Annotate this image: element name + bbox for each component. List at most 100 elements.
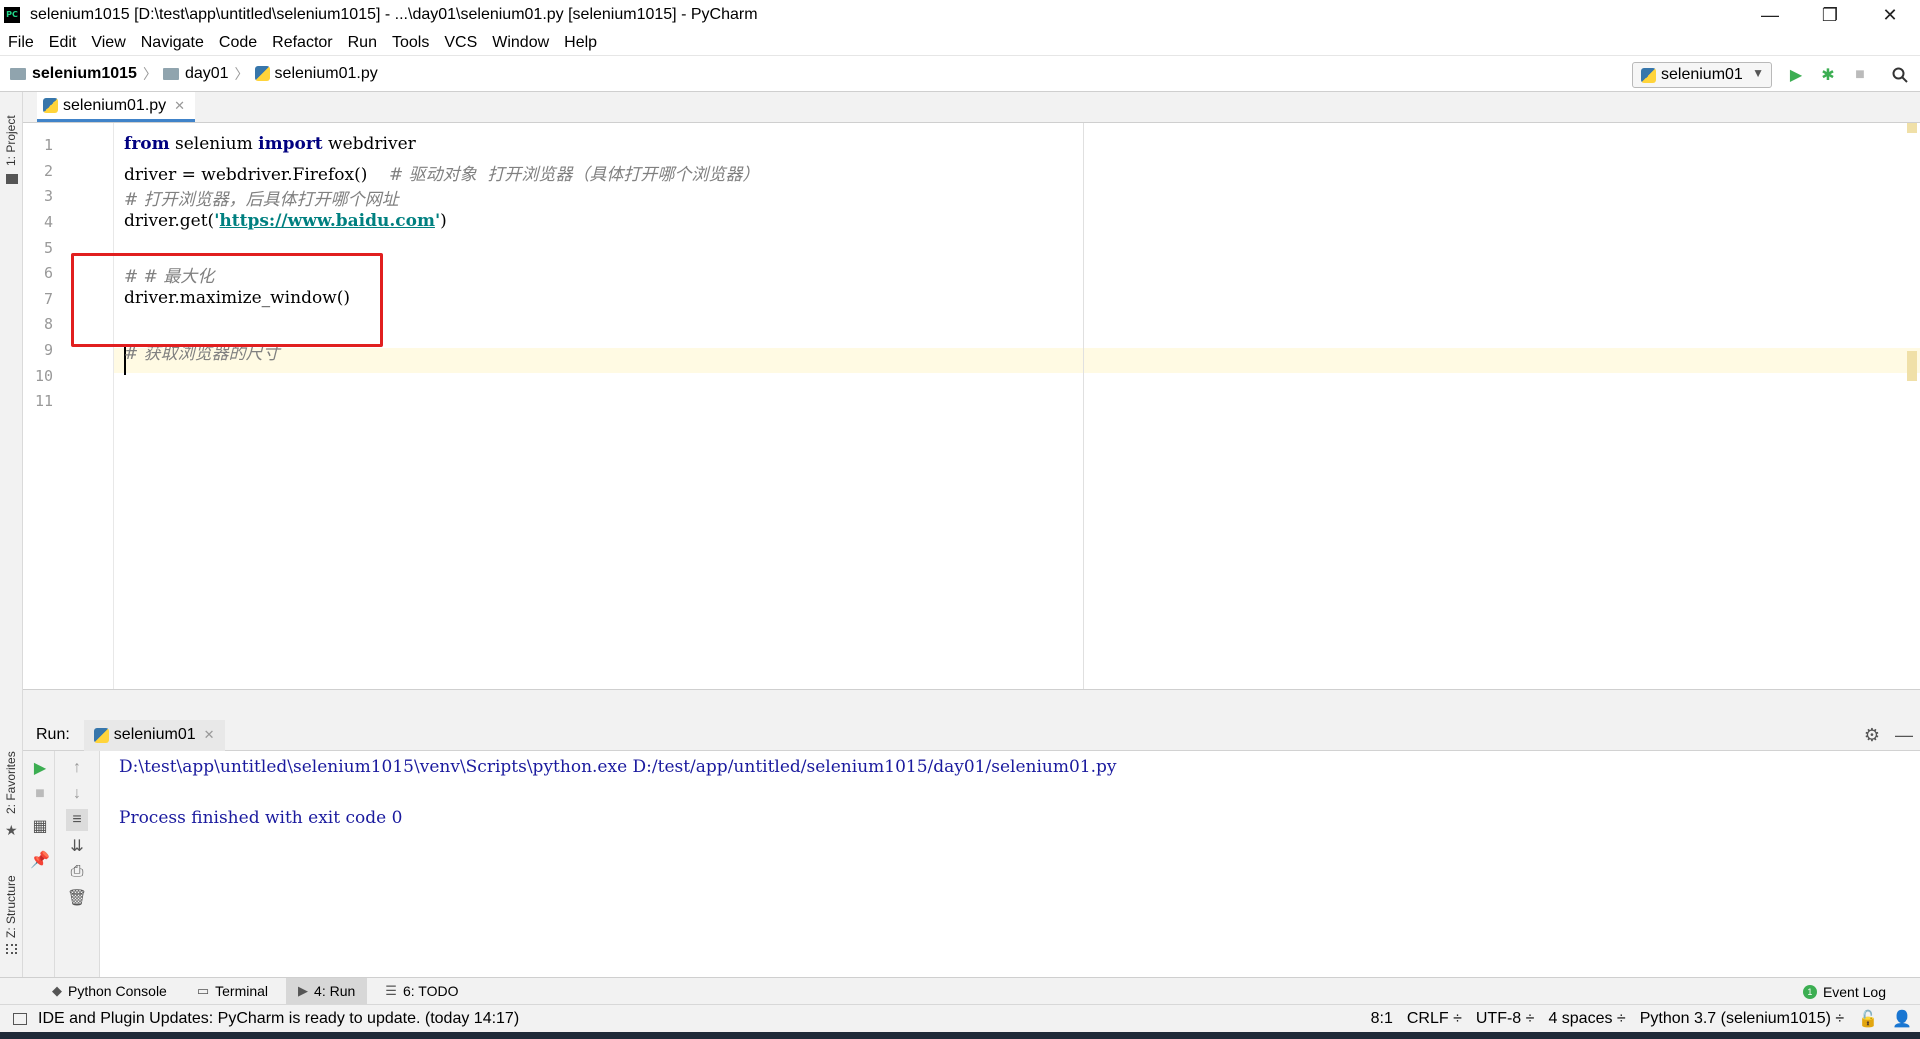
window-title: selenium1015 [D:\test\app\untitled\selen… — [30, 6, 758, 23]
menu-help[interactable]: Help — [564, 34, 597, 52]
restore-button[interactable]: ❐ — [1800, 0, 1860, 30]
annotation-highlight-box — [71, 253, 383, 347]
todo-tab[interactable]: ☰ 6: TODO — [373, 978, 470, 1005]
menu-edit[interactable]: Edit — [49, 34, 77, 52]
minimize-panel-icon[interactable]: — — [1888, 725, 1920, 746]
code-editor[interactable]: 1 2 3 4 5 6 7 8 9 10 11 from selenium im… — [23, 123, 1920, 689]
bug-icon[interactable]: ✱ — [1816, 62, 1840, 88]
arrow-up-icon[interactable]: ↑ — [66, 757, 88, 779]
stop-icon[interactable]: ■ — [29, 783, 51, 805]
folder-icon — [162, 67, 179, 80]
menu-vcs[interactable]: VCS — [444, 34, 477, 52]
python-console-tab[interactable]: ◆ Python Console — [40, 978, 179, 1005]
chevron-down-icon: ▼ — [1752, 66, 1764, 80]
menu-refactor[interactable]: Refactor — [272, 34, 332, 52]
left-tool-stripe: 1: Project 2: Favorites ★ Z: Structure — [0, 92, 23, 977]
run-toolbar-primary: ▶ ■ ▦ 📌 — [23, 751, 55, 977]
lock-icon[interactable]: 🔓 — [1858, 1009, 1878, 1029]
stop-icon[interactable]: ■ — [1848, 62, 1872, 88]
close-icon[interactable]: ✕ — [174, 98, 185, 114]
layout-icon[interactable]: ▦ — [29, 815, 51, 837]
python-file-icon — [1641, 67, 1656, 83]
breadcrumb-file[interactable]: selenium01.py — [275, 65, 378, 83]
menu-run[interactable]: Run — [348, 34, 377, 52]
code-token: selenium — [169, 134, 259, 154]
pin-icon[interactable]: 📌 — [29, 849, 51, 871]
soft-wrap-icon[interactable]: ≡ — [66, 809, 88, 831]
status-bar: IDE and Plugin Updates: PyCharm is ready… — [0, 1004, 1920, 1032]
project-tool-tab[interactable]: 1: Project — [4, 115, 18, 166]
caret-position[interactable]: 8:1 — [1371, 1010, 1393, 1028]
arrow-down-icon[interactable]: ↓ — [66, 783, 88, 805]
line-number-gutter: 1 2 3 4 5 6 7 8 9 10 11 — [23, 123, 114, 689]
menu-navigate[interactable]: Navigate — [141, 34, 204, 52]
breadcrumb: selenium1015 〉 day01 〉 selenium01.py — [10, 64, 378, 84]
breadcrumb-project[interactable]: selenium1015 — [32, 65, 137, 83]
line-number: 4 — [43, 213, 53, 231]
comment-token: # 获取浏览器的尺寸 — [124, 344, 280, 364]
code-token: driver.get( — [124, 211, 215, 231]
console-line: Process finished with exit code 0 — [119, 808, 403, 828]
menu-view[interactable]: View — [91, 34, 125, 52]
pycharm-logo-icon: PC — [4, 7, 20, 23]
run-tab-selenium01[interactable]: selenium01 ✕ — [83, 719, 225, 751]
menu-tools[interactable]: Tools — [392, 34, 429, 52]
favorites-tool-tab[interactable]: 2: Favorites — [4, 751, 18, 814]
event-log-label: Event Log — [1822, 983, 1886, 1000]
code-line-3: # 打开浏览器，后具体打开哪个网址 — [124, 185, 399, 210]
breadcrumb-folder[interactable]: day01 — [185, 65, 229, 83]
project-folder-icon — [6, 174, 18, 184]
structure-tool-tab[interactable]: Z: Structure — [4, 875, 18, 938]
inspection-marker[interactable] — [1907, 123, 1917, 133]
run-configuration-select[interactable]: selenium01 ▼ — [1632, 62, 1772, 88]
event-log-tab[interactable]: 1 Event Log — [1802, 978, 1886, 1005]
menu-code[interactable]: Code — [219, 34, 257, 52]
line-number: 9 — [43, 341, 53, 359]
os-taskbar-strip — [0, 1032, 1920, 1039]
search-icon[interactable] — [1888, 62, 1912, 88]
menu-bar: File Edit View Navigate Code Refactor Ru… — [0, 30, 1920, 55]
line-number: 5 — [43, 239, 53, 257]
close-icon[interactable]: ✕ — [204, 727, 215, 743]
run-tab-label: selenium01 — [113, 726, 196, 743]
minimize-button[interactable]: — — [1740, 0, 1800, 30]
bottom-tool-tabs: ◆ Python Console ▭ Terminal ▶ 4: Run ☰ 6… — [0, 977, 1920, 1005]
print-icon[interactable]: ⎙ — [66, 861, 88, 883]
editor-tab-bar: selenium01.py ✕ — [23, 92, 1920, 123]
title-bar: PC selenium1015 [D:\test\app\untitled\se… — [0, 0, 1920, 30]
editor-tab-label: selenium01.py — [63, 96, 167, 114]
scroll-to-end-icon[interactable]: ⇊ — [66, 835, 88, 857]
inspection-marker[interactable] — [1907, 351, 1917, 381]
inspector-icon[interactable]: 👤 — [1892, 1009, 1912, 1029]
url-link[interactable]: https://www.baidu.com — [219, 211, 435, 231]
close-window-button[interactable]: ✕ — [1860, 0, 1920, 30]
editor-tab-selenium01[interactable]: selenium01.py ✕ — [37, 92, 196, 122]
run-tool-label: 4: Run — [314, 983, 356, 999]
menu-file[interactable]: File — [8, 34, 34, 52]
panel-divider[interactable] — [23, 689, 1920, 720]
menu-window[interactable]: Window — [492, 34, 549, 52]
terminal-tab[interactable]: ▭ Terminal — [185, 978, 280, 1005]
python-file-icon — [254, 66, 270, 81]
run-toolbar-secondary: ↑ ↓ ≡ ⇊ ⎙ 🗑 — [55, 751, 100, 977]
python-interpreter[interactable]: Python 3.7 (selenium1015) ÷ — [1640, 1010, 1844, 1028]
status-message[interactable]: IDE and Plugin Updates: PyCharm is ready… — [38, 1010, 519, 1028]
comment-token: # 打开浏览器，后具体打开哪个网址 — [124, 190, 399, 210]
code-line-1: from selenium import webdriver — [124, 134, 416, 154]
console-output[interactable]: D:\test\app\untitled\selenium1015\venv\S… — [100, 751, 1920, 977]
run-tool-tab[interactable]: ▶ 4: Run — [286, 977, 368, 1005]
gear-icon[interactable]: ⚙ — [1856, 725, 1888, 746]
toggle-tool-windows-icon[interactable] — [13, 1013, 27, 1025]
python-file-icon — [93, 727, 109, 743]
file-encoding[interactable]: UTF-8 ÷ — [1476, 1010, 1535, 1028]
indent-setting[interactable]: 4 spaces ÷ — [1548, 1010, 1625, 1028]
play-icon[interactable]: ▶ — [1784, 62, 1808, 88]
line-separator[interactable]: CRLF ÷ — [1407, 1010, 1462, 1028]
run-panel-label: Run: — [36, 726, 70, 743]
run-panel-header: Run: selenium01 ✕ ⚙ — — [23, 719, 1920, 751]
structure-icon — [6, 944, 17, 954]
trash-icon[interactable]: 🗑 — [66, 887, 88, 909]
comment-token: # 驱动对象 打开浏览器（具体打开哪个浏览器） — [367, 165, 760, 185]
run-icon: ▶ — [298, 983, 309, 998]
rerun-icon[interactable]: ▶ — [29, 757, 51, 779]
